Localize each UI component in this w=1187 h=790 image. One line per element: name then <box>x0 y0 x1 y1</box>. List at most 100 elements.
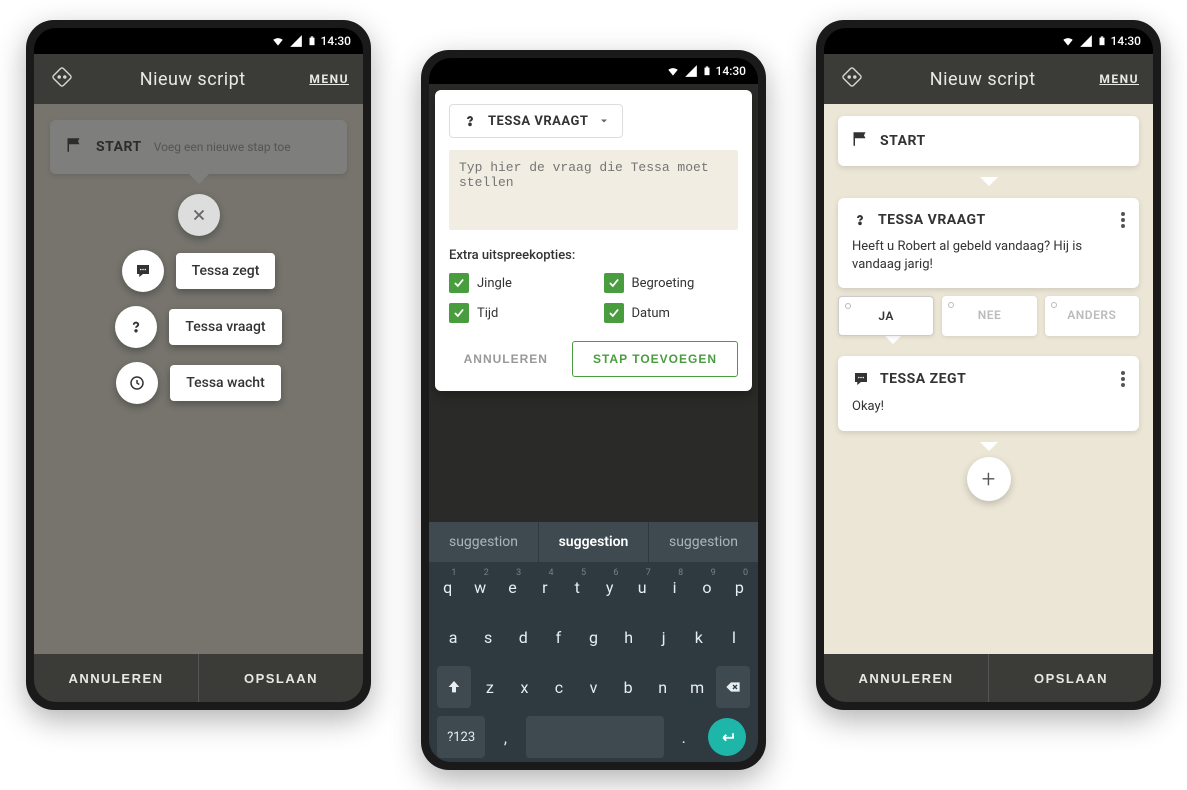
question-card[interactable]: TESSA VRAAGT Heeft u Robert al gebeld va… <box>838 198 1139 288</box>
key-s[interactable]: s <box>472 616 504 658</box>
answer-ja[interactable]: JA <box>838 296 934 336</box>
key-h[interactable]: h <box>613 616 645 658</box>
speech-icon[interactable] <box>122 250 164 292</box>
app-bar: Nieuw script MENU <box>824 54 1153 104</box>
save-button[interactable]: OPSLAAN <box>989 654 1153 702</box>
cancel-button[interactable]: ANNULEREN <box>34 654 199 702</box>
modal-cancel-button[interactable]: ANNULEREN <box>454 342 558 376</box>
key-l[interactable]: l <box>718 616 750 658</box>
key-p[interactable]: p0 <box>725 566 754 608</box>
key-y[interactable]: y6 <box>595 566 624 608</box>
page-title: Nieuw script <box>88 69 297 90</box>
more-icon[interactable] <box>1121 212 1125 228</box>
clock: 14:30 <box>1111 34 1141 48</box>
step-modal: TESSA VRAAGT Extra uitspreekopties: Jing… <box>435 90 752 391</box>
key-k[interactable]: k <box>683 616 715 658</box>
symbols-key[interactable]: ?123 <box>437 716 485 758</box>
wifi-icon <box>271 34 285 48</box>
key-z[interactable]: z <box>474 666 506 708</box>
suggestion-1[interactable]: suggestion <box>429 522 539 562</box>
suggestion-3[interactable]: suggestion <box>649 522 758 562</box>
status-bar: 14:30 <box>34 28 363 54</box>
question-input[interactable] <box>449 150 738 230</box>
say-body: Okay! <box>852 398 1125 416</box>
key-i[interactable]: i8 <box>660 566 689 608</box>
key-x[interactable]: x <box>509 666 541 708</box>
opt-tijd: Tijd <box>477 306 498 321</box>
say-title: TESSA ZEGT <box>880 371 1111 387</box>
menu-link[interactable]: MENU <box>1099 72 1139 86</box>
question-icon <box>852 212 868 228</box>
period-key[interactable]: . <box>667 716 701 758</box>
content-area: START Voeg een nieuwe stap toe Tessa zeg… <box>34 104 363 654</box>
say-card[interactable]: TESSA ZEGT Okay! <box>838 356 1139 430</box>
question-body: Heeft u Robert al gebeld vandaag? Hij is… <box>852 238 1125 274</box>
key-b[interactable]: b <box>612 666 644 708</box>
footer: ANNULEREN OPSLAAN <box>34 654 363 702</box>
phone-left: 14:30 Nieuw script MENU START Voeg een n… <box>26 20 371 710</box>
key-v[interactable]: v <box>578 666 610 708</box>
key-r[interactable]: r4 <box>530 566 559 608</box>
checkbox-jingle[interactable] <box>449 273 469 293</box>
wifi-icon <box>1061 34 1075 48</box>
checkbox-tijd[interactable] <box>449 303 469 323</box>
key-u[interactable]: u7 <box>627 566 656 608</box>
signal-icon <box>289 34 303 48</box>
add-step-fab[interactable]: + <box>967 457 1011 501</box>
clock-icon[interactable] <box>116 362 158 404</box>
more-icon[interactable] <box>1121 371 1125 387</box>
action-tessa-wacht[interactable]: Tessa wacht <box>170 365 281 401</box>
app-bar: Nieuw script MENU <box>34 54 363 104</box>
key-c[interactable]: c <box>543 666 575 708</box>
status-bar: 14:30 <box>824 28 1153 54</box>
space-key[interactable] <box>526 716 664 758</box>
question-title: TESSA VRAAGT <box>878 212 1111 228</box>
key-n[interactable]: n <box>647 666 679 708</box>
signal-icon <box>684 64 698 78</box>
cancel-button[interactable]: ANNULEREN <box>824 654 989 702</box>
clock: 14:30 <box>716 64 746 78</box>
key-o[interactable]: o9 <box>692 566 721 608</box>
start-card[interactable]: START <box>838 116 1139 166</box>
opt-datum: Datum <box>632 306 670 321</box>
pointer-icon <box>980 177 998 186</box>
modal-add-button[interactable]: STAP TOEVOEGEN <box>572 341 738 377</box>
key-d[interactable]: d <box>507 616 539 658</box>
content-area: START TESSA VRAAGT Heeft u Robert al geb… <box>824 104 1153 654</box>
phone-right: 14:30 Nieuw script MENU START TESSA VRAA… <box>816 20 1161 710</box>
key-a[interactable]: a <box>437 616 469 658</box>
action-tessa-zegt[interactable]: Tessa zegt <box>176 253 276 289</box>
battery-icon <box>1097 34 1107 48</box>
answer-nee[interactable]: NEE <box>942 296 1036 336</box>
action-tessa-vraagt[interactable]: Tessa vraagt <box>169 309 281 345</box>
key-e[interactable]: e3 <box>498 566 527 608</box>
save-button[interactable]: OPSLAAN <box>199 654 363 702</box>
enter-key[interactable] <box>708 718 746 756</box>
chevron-down-icon <box>598 115 610 127</box>
flag-icon <box>852 130 870 152</box>
checkbox-begroeting[interactable] <box>604 273 624 293</box>
key-f[interactable]: f <box>542 616 574 658</box>
backspace-key[interactable] <box>716 666 750 708</box>
key-w[interactable]: w2 <box>465 566 494 608</box>
logo-icon <box>838 63 866 95</box>
menu-link[interactable]: MENU <box>309 72 349 86</box>
key-j[interactable]: j <box>648 616 680 658</box>
suggestion-2[interactable]: suggestion <box>539 522 649 562</box>
answer-anders[interactable]: ANDERS <box>1045 296 1139 336</box>
question-icon[interactable] <box>115 306 157 348</box>
key-t[interactable]: t5 <box>563 566 592 608</box>
shift-key[interactable] <box>437 666 471 708</box>
wifi-icon <box>666 64 680 78</box>
key-q[interactable]: q1 <box>433 566 462 608</box>
status-bar: 14:30 <box>429 58 758 84</box>
signal-icon <box>1079 34 1093 48</box>
step-type-dropdown[interactable]: TESSA VRAAGT <box>449 104 623 138</box>
close-fab[interactable] <box>178 194 220 236</box>
key-g[interactable]: g <box>577 616 609 658</box>
keyboard: suggestion suggestion suggestion q1w2e3r… <box>429 522 758 762</box>
checkbox-datum[interactable] <box>604 303 624 323</box>
pointer-icon <box>980 442 998 451</box>
comma-key[interactable]: , <box>488 716 522 758</box>
key-m[interactable]: m <box>681 666 713 708</box>
